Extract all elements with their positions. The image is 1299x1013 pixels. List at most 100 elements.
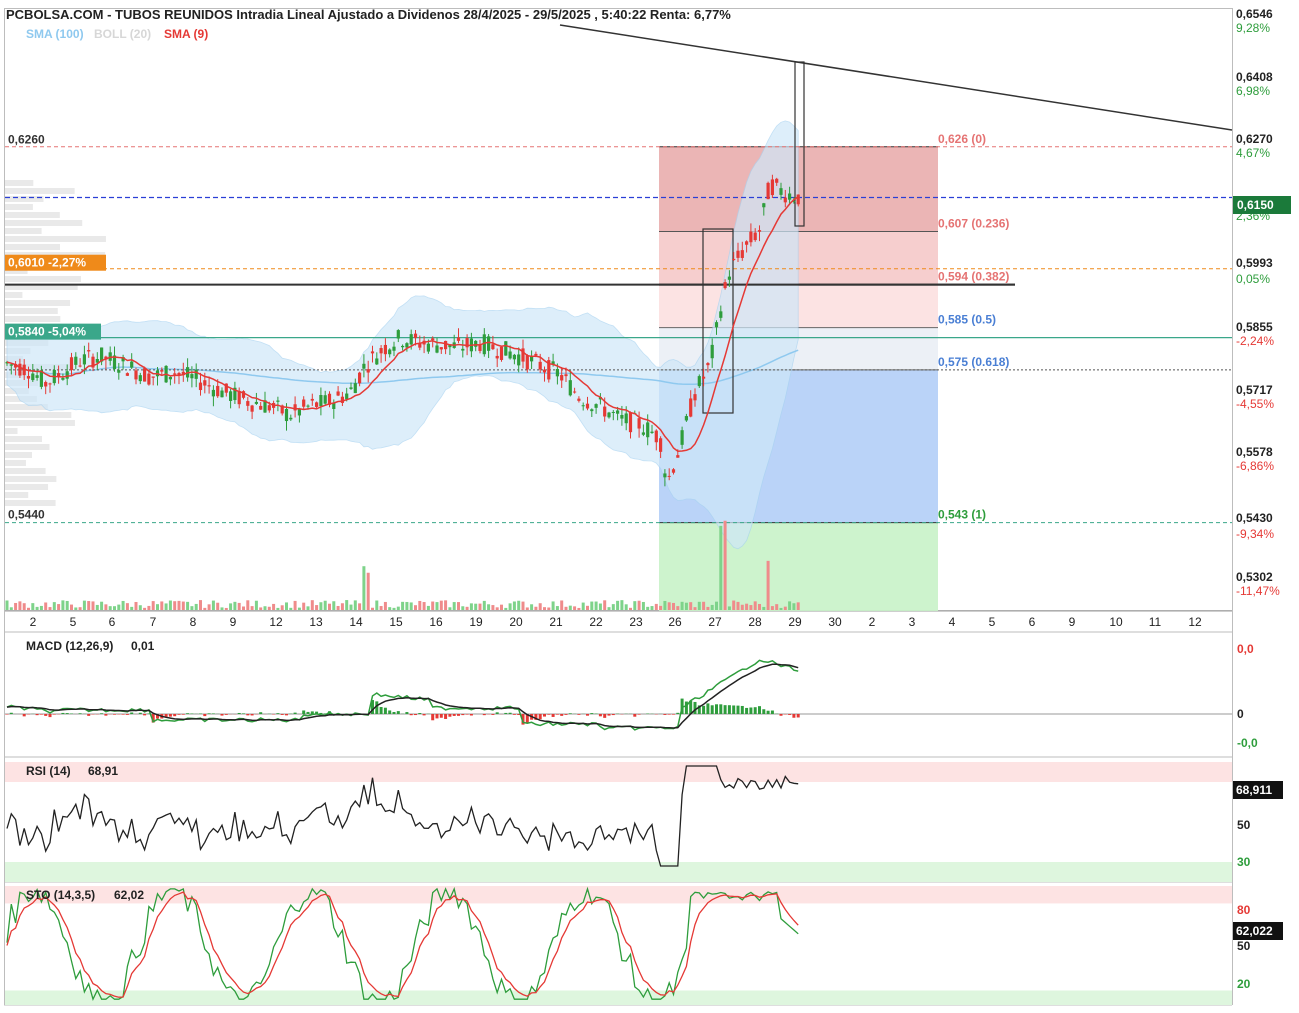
macd-hist-bar [35, 714, 39, 716]
fib-label: 0,543 (1) [938, 508, 986, 522]
volume-bar [70, 604, 73, 610]
volume-bar [259, 607, 263, 610]
volume-bar [61, 600, 65, 610]
volume-profile-bar [5, 316, 61, 322]
volume-bar [216, 602, 220, 610]
macd-hist-bar [543, 714, 546, 717]
candle-body [474, 340, 478, 347]
rsi-overbought-zone [5, 762, 1232, 782]
volume-bar [715, 601, 718, 610]
pct-axis-label: -4,55% [1236, 397, 1274, 411]
candle-body [353, 383, 357, 394]
x-axis-label: 9 [1069, 615, 1076, 629]
volume-bar [315, 605, 319, 610]
volume-bar [452, 602, 456, 610]
volume-bar [388, 607, 392, 610]
candle-body [736, 250, 740, 258]
macd-hist-bar [719, 704, 723, 714]
candle-body [250, 405, 254, 412]
macd-hist-bar [504, 712, 508, 714]
candle-body [138, 375, 142, 382]
volume-bar [706, 606, 710, 610]
candle-body [766, 182, 770, 200]
macd-hist-bar [706, 703, 710, 714]
candle-body [151, 376, 155, 378]
volume-bar [418, 600, 422, 610]
candle-body [207, 385, 211, 387]
pct-axis-label: 0,05% [1236, 272, 1270, 286]
macd-hist-bar [113, 714, 116, 715]
volume-bar [57, 604, 61, 610]
volume-bar [280, 605, 284, 610]
volume-bar [775, 604, 779, 610]
volume-bar [521, 601, 525, 610]
volume-bar [646, 606, 650, 610]
volume-bar [577, 607, 581, 610]
volume-bar [396, 606, 400, 610]
volume-bar [788, 601, 792, 610]
candle-body [315, 402, 319, 407]
volume-bar [745, 603, 749, 610]
volume-bar [603, 600, 607, 610]
candle-body [568, 380, 572, 396]
x-axis-label: 23 [629, 615, 643, 629]
macd-hist-bar [607, 714, 611, 716]
left-level-label: 0,5840 -5,04% [8, 325, 86, 339]
sto-value-tag-text: 62,022 [1236, 924, 1273, 938]
candle-body [444, 340, 448, 350]
candle-body [693, 394, 697, 401]
pct-axis-label: 9,28% [1236, 21, 1270, 35]
volume-profile-bar [5, 452, 32, 458]
volume-bar [353, 600, 357, 610]
candle-body [581, 405, 585, 407]
macd-hist-bar [684, 701, 688, 714]
macd-hist-bar [48, 714, 52, 718]
macd-hist-bar [495, 712, 499, 714]
candle-body [340, 396, 344, 403]
candle-body [78, 365, 82, 367]
volume-bar [289, 607, 293, 610]
macd-hist-bar [302, 710, 306, 714]
macd-hist-bar [52, 714, 56, 715]
x-axis-label: 5 [989, 615, 996, 629]
volume-bar [564, 606, 568, 610]
macd-hist-bar [65, 713, 69, 714]
x-axis-label: 7 [150, 615, 157, 629]
candle-body [714, 322, 719, 328]
chart-canvas: 0,626 (0) 0,607 (0.236) 0,594 (0.382) 0,585… [4, 7, 1291, 1006]
volume-bar [177, 600, 181, 610]
pct-axis-label: 4,67% [1236, 146, 1270, 160]
volume-bar [371, 607, 374, 610]
volume-bar [229, 603, 233, 610]
volume-profile-bar [5, 460, 26, 466]
macd-hist-bar [199, 713, 202, 714]
volume-bar [551, 601, 555, 610]
candle-body [358, 372, 362, 384]
macd-hist-bar [138, 712, 142, 714]
sto-value: 62,02 [114, 888, 144, 902]
x-axis-label: 22 [589, 615, 603, 629]
candle-body [603, 406, 607, 417]
macd-hist-bar [560, 714, 564, 716]
candle-body [203, 380, 207, 386]
volume-bar [336, 605, 340, 610]
rsi-label: RSI (14) [26, 764, 71, 778]
chart-title: PCBOLSA.COM - TUBOS REUNIDOS Intradia Li… [6, 7, 731, 22]
macd-hist-bar [753, 707, 757, 714]
volume-bar [332, 601, 336, 610]
candle-body [684, 416, 688, 421]
volume-bar [224, 607, 228, 610]
macd-hist-bar [203, 714, 207, 717]
macd-hist-bar [259, 712, 263, 714]
macd-hist-bar [280, 714, 284, 715]
candle-body [667, 475, 671, 477]
macd-hist-bar [740, 705, 744, 714]
volume-profile-bar [5, 180, 34, 186]
volume-bar [586, 605, 589, 610]
candle-body [74, 356, 78, 365]
candle-body [628, 412, 633, 433]
candle-body [82, 354, 86, 365]
volume-bar [237, 602, 241, 610]
candle-body [289, 417, 293, 420]
volume-bar [607, 607, 611, 610]
